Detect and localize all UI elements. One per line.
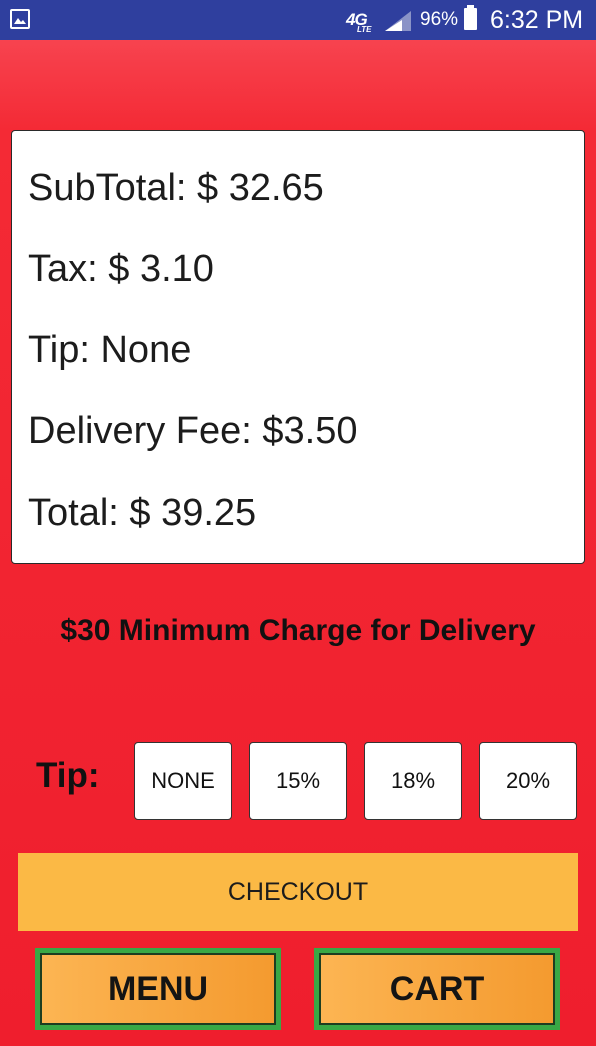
battery-icon <box>464 5 477 30</box>
tip-text: Tip: None <box>28 329 192 371</box>
cart-button[interactable]: CART <box>314 948 560 1030</box>
checkout-button[interactable]: CHECKOUT <box>18 853 578 931</box>
image-icon <box>10 9 30 29</box>
tip-none-button[interactable]: NONE <box>134 742 232 820</box>
network-sub: LTE <box>357 25 372 34</box>
menu-button[interactable]: MENU <box>35 948 281 1030</box>
tax-text: Tax: $ 3.10 <box>28 248 214 290</box>
status-bar: 4G LTE 96% 6:32 PM <box>0 0 596 40</box>
signal-icon <box>384 10 412 37</box>
delivery-fee-text: Delivery Fee: $3.50 <box>28 410 358 452</box>
order-summary-card: SubTotal: $ 32.65 Tax: $ 3.10 Tip: None … <box>11 130 585 564</box>
tip-18-button[interactable]: 18% <box>364 742 462 820</box>
tip-15-button[interactable]: 15% <box>249 742 347 820</box>
battery-percent: 96% <box>420 9 459 30</box>
tip-label: Tip: <box>36 756 100 795</box>
subtotal-text: SubTotal: $ 32.65 <box>28 167 324 209</box>
minimum-charge-notice: $30 Minimum Charge for Delivery <box>60 614 536 647</box>
clock: 6:32 PM <box>490 6 584 34</box>
total-text: Total: $ 39.25 <box>28 492 257 534</box>
tip-20-button[interactable]: 20% <box>479 742 577 820</box>
